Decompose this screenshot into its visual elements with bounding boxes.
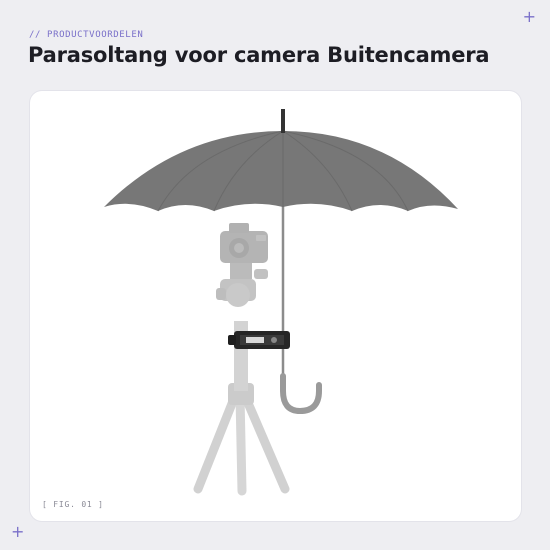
product-figure-card: [ FIG. 01 ] — [30, 91, 521, 521]
corner-plus-icon: + — [522, 7, 536, 26]
umbrella-canopy-illustration — [104, 109, 458, 212]
tripod-illustration — [193, 223, 290, 496]
figure-caption: [ FIG. 01 ] — [42, 500, 104, 509]
corner-plus-icon: + — [11, 522, 25, 541]
clamp-illustration — [228, 331, 290, 349]
umbrella-tripod-image — [104, 109, 458, 496]
page-title: Parasoltang voor camera Buitencamera — [28, 43, 490, 67]
section-eyebrow: // PRODUCTVOORDELEN — [29, 30, 144, 40]
